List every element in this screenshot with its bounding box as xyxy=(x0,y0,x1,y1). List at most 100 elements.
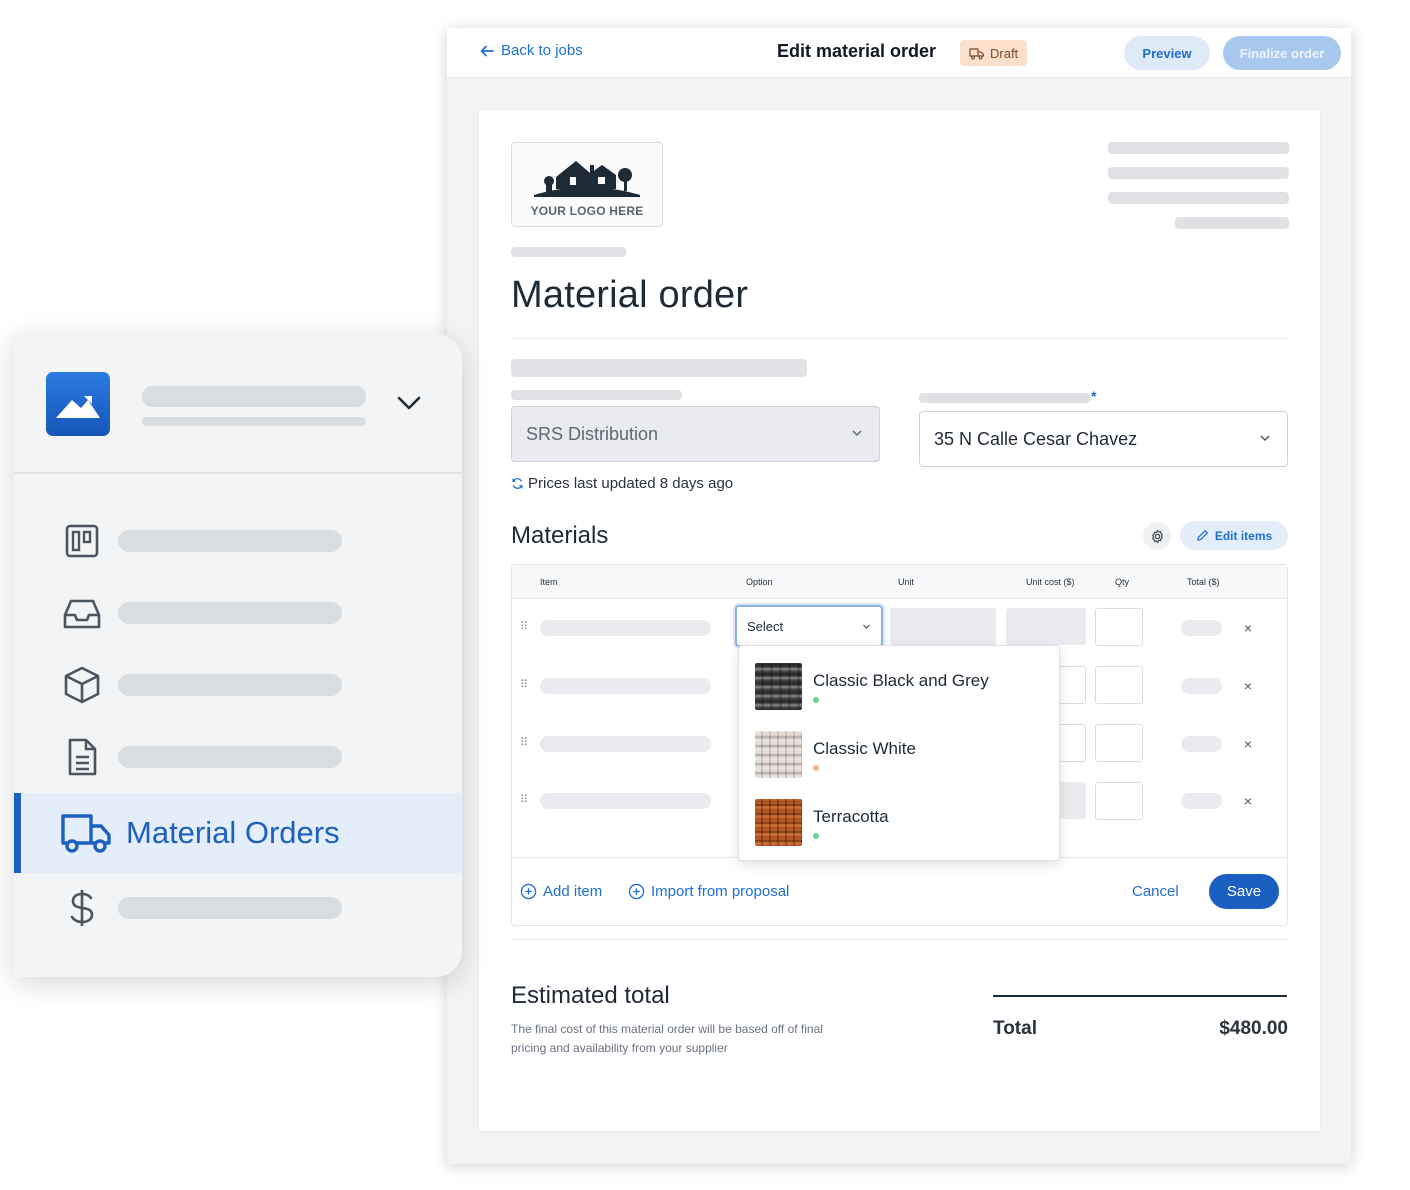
total-value: $480.00 xyxy=(1219,1018,1288,1039)
sidebar-label-placeholder xyxy=(118,530,342,552)
shingle-swatch-terracotta xyxy=(755,799,802,846)
app-sidebar: Material Orders xyxy=(14,334,462,977)
field-label-placeholder xyxy=(919,393,1090,403)
section-heading-placeholder xyxy=(511,359,807,377)
chevron-down-icon xyxy=(1260,435,1270,442)
chevron-down-icon[interactable] xyxy=(396,394,422,412)
prices-updated-text: Prices last updated 8 days ago xyxy=(528,475,734,492)
item-name-placeholder xyxy=(540,678,711,694)
shingle-swatch-black-grey xyxy=(755,663,802,710)
cancel-button[interactable]: Cancel xyxy=(1132,883,1179,900)
account-subtitle-placeholder xyxy=(142,417,366,426)
inbox-icon xyxy=(63,599,101,629)
sidebar-item-documents[interactable] xyxy=(14,722,462,794)
column-header-unit: Unit xyxy=(898,577,915,587)
import-from-proposal-button[interactable]: Import from proposal xyxy=(628,883,789,900)
qty-input[interactable] xyxy=(1095,666,1143,704)
field-label-placeholder xyxy=(511,390,682,400)
sidebar-item-inbox[interactable] xyxy=(14,578,462,650)
active-indicator xyxy=(14,793,21,873)
column-header-qty: Qty xyxy=(1115,577,1130,587)
truck-icon xyxy=(969,47,985,59)
divider xyxy=(511,338,1288,339)
page-title: Edit material order xyxy=(777,41,937,61)
option-label: Terracotta xyxy=(813,807,889,826)
option-select[interactable]: Select xyxy=(735,605,883,647)
drag-handle-icon[interactable]: ⠿ xyxy=(520,679,528,691)
material-order-editor: Back to jobs Edit material order Draft P… xyxy=(447,28,1351,1164)
order-document: YOUR LOGO HERE Material order * SRS Dist… xyxy=(479,110,1320,1131)
status-badge: Draft xyxy=(960,40,1028,66)
supplier-value: SRS Distribution xyxy=(526,423,659,444)
dollar-icon xyxy=(70,890,94,926)
qty-input[interactable] xyxy=(1095,608,1143,646)
edit-items-label: Edit items xyxy=(1214,528,1273,543)
row-total-placeholder xyxy=(1181,620,1222,636)
box-icon xyxy=(64,666,100,704)
materials-settings-button[interactable] xyxy=(1143,522,1171,550)
sidebar-item-payments[interactable] xyxy=(14,873,462,945)
sidebar-item-products[interactable] xyxy=(14,650,462,722)
materials-heading: Materials xyxy=(511,522,609,549)
remove-row-close-icon[interactable]: × xyxy=(1242,679,1254,693)
drag-handle-icon[interactable]: ⠿ xyxy=(520,794,528,806)
back-to-jobs-link[interactable]: Back to jobs xyxy=(479,42,583,59)
add-item-button[interactable]: Add item xyxy=(520,883,602,900)
remove-row-close-icon[interactable]: × xyxy=(1242,621,1254,635)
shingle-swatch-white xyxy=(755,731,802,778)
sidebar-item-board[interactable] xyxy=(14,506,462,578)
document-icon xyxy=(68,738,97,776)
row-total-placeholder xyxy=(1181,678,1222,694)
company-logo-placeholder[interactable]: YOUR LOGO HERE xyxy=(511,142,663,227)
remove-row-close-icon[interactable]: × xyxy=(1242,794,1254,808)
option-item-terracotta[interactable]: Terracotta xyxy=(755,799,1045,847)
availability-dot xyxy=(813,833,819,839)
app-logo[interactable] xyxy=(46,372,110,436)
item-name-placeholder xyxy=(540,736,711,752)
unit-field[interactable] xyxy=(890,608,996,645)
arrow-left-icon xyxy=(480,45,494,56)
option-label: Classic Black and Grey xyxy=(813,671,989,690)
status-badge-label: Draft xyxy=(990,45,1019,61)
save-button[interactable]: Save xyxy=(1209,874,1279,909)
logo-placeholder-text: YOUR LOGO HERE xyxy=(530,204,644,218)
edit-items-button[interactable]: Edit items xyxy=(1180,521,1288,550)
column-header-option: Option xyxy=(746,577,773,587)
option-label: Classic White xyxy=(813,739,916,758)
delivery-address-select[interactable]: 35 N Calle Cesar Chavez xyxy=(919,411,1288,467)
add-item-label: Add item xyxy=(543,883,603,900)
required-indicator: * xyxy=(1091,388,1097,404)
supplier-select[interactable]: SRS Distribution xyxy=(511,406,880,462)
drag-handle-icon[interactable]: ⠿ xyxy=(520,737,528,749)
company-info-placeholder xyxy=(1175,217,1289,229)
option-item-classic-white[interactable]: Classic White xyxy=(755,731,1045,779)
finalize-order-button[interactable]: Finalize order xyxy=(1223,36,1341,70)
unit-cost-field[interactable] xyxy=(1006,608,1086,645)
refresh-icon xyxy=(512,478,523,489)
divider xyxy=(511,939,1288,940)
import-from-proposal-label: Import from proposal xyxy=(651,883,790,900)
estimated-total-description: The final cost of this material order wi… xyxy=(511,1022,823,1055)
sidebar-item-material-orders[interactable]: Material Orders xyxy=(14,793,462,873)
roof-logo-icon xyxy=(56,396,100,418)
company-info-placeholder xyxy=(1108,142,1289,154)
total-label: Total xyxy=(993,1018,1037,1039)
sidebar-item-label: Material Orders xyxy=(126,815,340,850)
option-item-classic-black-grey[interactable]: Classic Black and Grey xyxy=(755,663,1045,711)
option-dropdown-menu: Classic Black and Grey Classic White Ter… xyxy=(738,645,1060,861)
column-header-item: Item xyxy=(540,577,558,587)
column-header-total: Total ($) xyxy=(1187,577,1220,587)
top-bar: Back to jobs Edit material order Draft P… xyxy=(447,28,1351,78)
qty-input[interactable] xyxy=(1095,724,1143,762)
qty-input[interactable] xyxy=(1095,782,1143,820)
drag-handle-icon[interactable]: ⠿ xyxy=(520,621,528,633)
gear-icon xyxy=(1151,529,1163,543)
preview-button[interactable]: Preview xyxy=(1124,36,1210,70)
availability-dot xyxy=(813,697,819,703)
item-name-placeholder xyxy=(540,620,711,636)
truck-icon xyxy=(61,814,111,853)
plus-circle-icon xyxy=(520,883,537,900)
chevron-down-icon xyxy=(863,624,870,629)
plus-circle-icon xyxy=(628,883,645,900)
remove-row-close-icon[interactable]: × xyxy=(1242,737,1254,751)
